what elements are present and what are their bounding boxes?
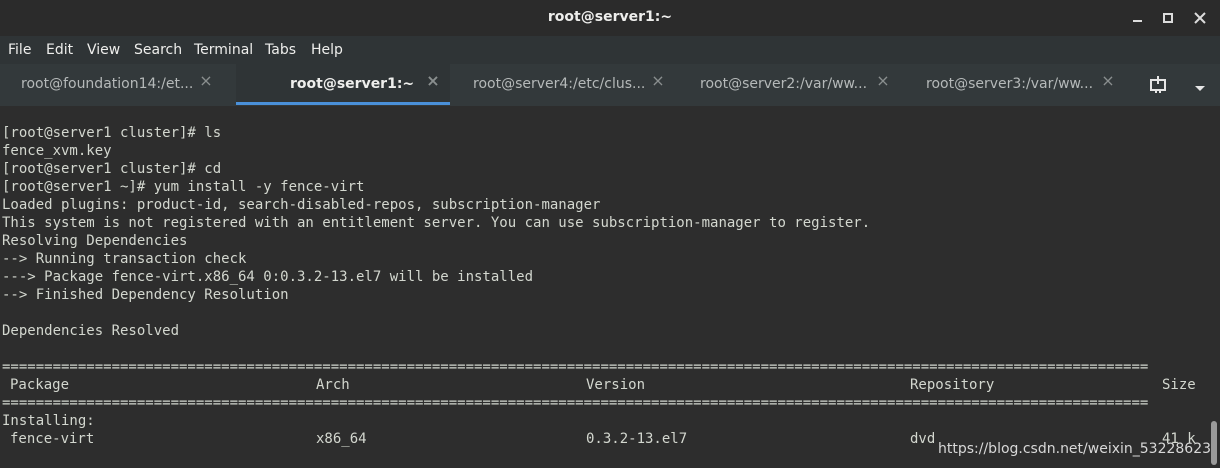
- tab-close-icon[interactable]: ×: [1100, 73, 1116, 89]
- tab-label: root@server4:/etc/clus...: [473, 76, 646, 92]
- close-icon: [1194, 12, 1206, 24]
- separator-rule: ========================================…: [2, 359, 1149, 375]
- row-arch: x86_64: [316, 431, 367, 447]
- terminal-line: [root@server1 cluster]# ls: [2, 125, 222, 141]
- separator-rule: ========================================…: [2, 395, 1149, 411]
- tab-server3[interactable]: root@server3:/var/ww... ×: [905, 64, 1129, 105]
- menu-terminal[interactable]: Terminal: [194, 42, 253, 58]
- menu-view[interactable]: View: [87, 42, 120, 58]
- header-package: Package: [10, 377, 70, 393]
- menu-tabs[interactable]: Tabs: [265, 42, 296, 58]
- tab-foundation14[interactable]: root@foundation14:/et... ×: [0, 64, 234, 105]
- terminal-line: ---> Package fence-virt.x86_64 0:0.3.2-1…: [2, 269, 534, 285]
- tab-list-button[interactable]: [1192, 79, 1208, 91]
- menu-file[interactable]: File: [8, 42, 31, 58]
- row-repository: dvd: [910, 431, 936, 447]
- tab-label: root@server2:/var/ww...: [700, 76, 868, 92]
- maximize-button[interactable]: [1156, 6, 1180, 30]
- tab-close-icon[interactable]: ×: [875, 73, 891, 89]
- menu-search[interactable]: Search: [134, 42, 182, 58]
- chevron-down-icon: [1195, 86, 1205, 91]
- terminal-line: [root@server1 cluster]# cd: [2, 161, 222, 177]
- tab-close-icon[interactable]: ×: [198, 73, 214, 89]
- row-version: 0.3.2-13.el7: [586, 431, 688, 447]
- terminal-line: --> Running transaction check: [2, 251, 247, 267]
- terminal-output[interactable]: [root@server1 cluster]# ls fence_xvm.key…: [0, 106, 1208, 468]
- minimize-icon: [1133, 20, 1142, 22]
- tab-bar: root@foundation14:/et... × root@server1:…: [0, 64, 1220, 107]
- header-arch: Arch: [316, 377, 350, 393]
- terminal-line: Loaded plugins: product-id, search-disab…: [2, 197, 601, 213]
- terminal-line: fence_xvm.key: [2, 143, 112, 159]
- row-package: fence-virt: [10, 431, 95, 447]
- close-window-button[interactable]: [1188, 6, 1212, 30]
- tab-label: root@server3:/var/ww...: [926, 76, 1094, 92]
- scrollbar-thumb[interactable]: [1211, 421, 1217, 465]
- tab-label: root@foundation14:/et...: [21, 76, 194, 92]
- tab-server1[interactable]: root@server1:~ ×: [236, 64, 450, 105]
- installing-label: Installing:: [2, 413, 95, 429]
- tab-close-icon[interactable]: ×: [650, 73, 666, 89]
- menu-help[interactable]: Help: [311, 42, 343, 58]
- watermark-text: https://blog.csdn.net/weixin_53228623: [938, 441, 1212, 457]
- tab-label: root@server1:~: [290, 76, 415, 92]
- title-bar: root@server1:~: [0, 0, 1220, 36]
- window-title: root@server1:~: [547, 9, 673, 25]
- terminal-scrollbar[interactable]: [1208, 106, 1220, 468]
- tab-server4[interactable]: root@server4:/etc/clus... ×: [452, 64, 676, 105]
- header-repository: Repository: [910, 377, 995, 393]
- terminal-line: This system is not registered with an en…: [2, 215, 871, 231]
- header-size: Size: [1162, 377, 1196, 393]
- menu-bar: File Edit View Search Terminal Tabs Help: [0, 36, 1220, 64]
- minimize-button[interactable]: [1126, 6, 1150, 30]
- new-tab-button[interactable]: [1148, 75, 1170, 95]
- tab-close-icon[interactable]: ×: [425, 73, 441, 89]
- terminal-line: [root@server1 ~]# yum install -y fence-v…: [2, 179, 365, 195]
- terminal-line: Resolving Dependencies: [2, 233, 188, 249]
- maximize-icon: [1163, 13, 1173, 23]
- menu-edit[interactable]: Edit: [46, 42, 73, 58]
- terminal-line: Dependencies Resolved: [2, 323, 180, 339]
- new-tab-icon: [1150, 76, 1166, 93]
- tab-server2[interactable]: root@server2:/var/ww... ×: [679, 64, 903, 105]
- terminal-line: --> Finished Dependency Resolution: [2, 287, 289, 303]
- header-version: Version: [586, 377, 646, 393]
